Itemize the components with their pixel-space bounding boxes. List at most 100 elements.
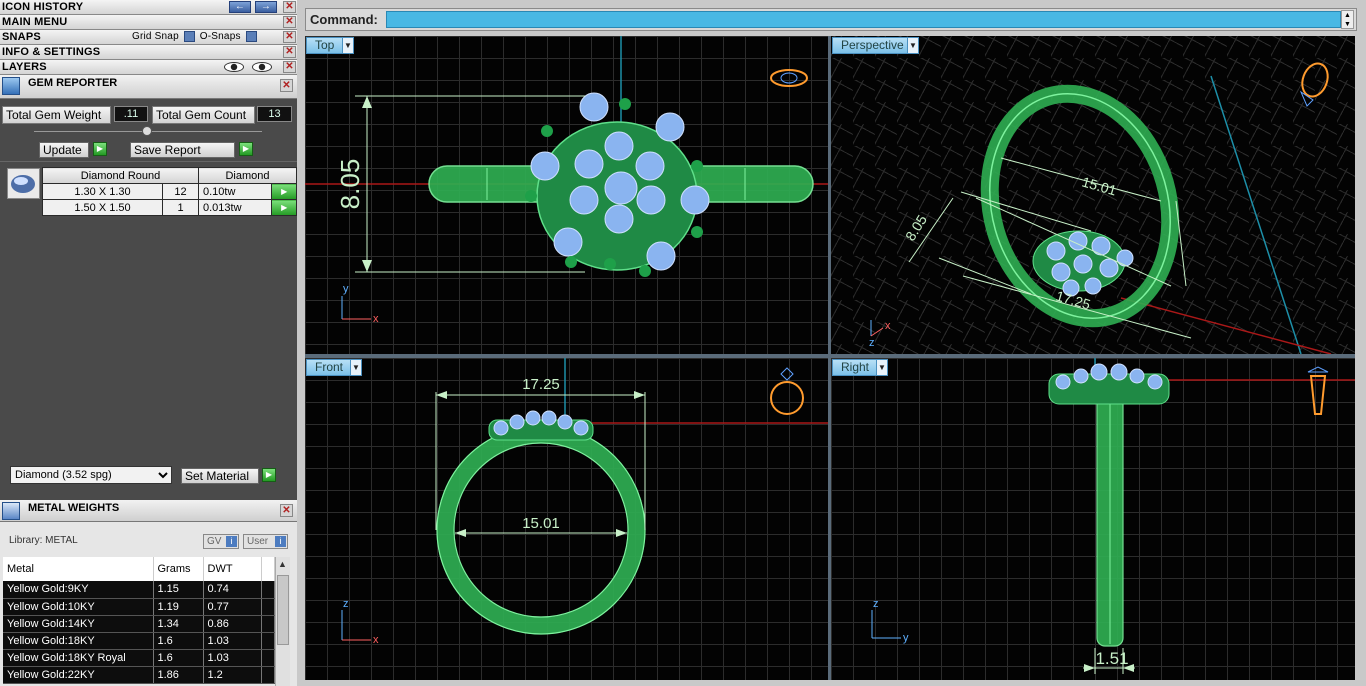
axis-y-label: y <box>343 283 349 295</box>
table-row[interactable]: Yellow Gold:22KY 1.86 1.2 <box>3 666 275 684</box>
back-arrow-icon[interactable]: ← <box>229 1 251 13</box>
metal-name: Yellow Gold:18KY <box>3 632 154 650</box>
eye-closed-icon[interactable] <box>224 62 244 72</box>
gem-count: 1 <box>162 199 199 216</box>
metal-grams: 1.6 <box>153 649 204 667</box>
icon-history-bar[interactable]: ICON HISTORY ← → ✕ <box>0 0 297 15</box>
app-window: ICON HISTORY ← → ✕ MAIN MENU ✕ SNAPS Gri… <box>0 0 1366 686</box>
icon-history-label: ICON HISTORY <box>2 1 84 13</box>
close-icon[interactable]: ✕ <box>280 79 293 92</box>
table-row[interactable]: 1.50 X 1.50 1 0.013tw ▶ <box>42 199 297 216</box>
gem-weight: 0.10tw <box>197 183 273 200</box>
left-panel: ICON HISTORY ← → ✕ MAIN MENU ✕ SNAPS Gri… <box>0 0 297 686</box>
chevron-down-icon[interactable]: ▼ <box>876 360 887 375</box>
metal-grams: 1.19 <box>153 598 204 616</box>
row-go-icon[interactable]: ▶ <box>271 183 297 200</box>
library-label: Library: METAL <box>9 535 78 546</box>
chevron-down-icon[interactable]: ▼ <box>342 38 353 53</box>
chevron-down-icon[interactable]: ▼ <box>907 38 918 53</box>
scroll-up-icon[interactable]: ▲ <box>278 559 287 569</box>
table-row[interactable]: Yellow Gold:14KY 1.34 0.86 <box>3 615 275 633</box>
user-button[interactable]: User i <box>243 534 288 549</box>
viewport-front-label: Front <box>315 360 344 374</box>
gv-button[interactable]: GV i <box>203 534 239 549</box>
table-row[interactable]: Yellow Gold:18KY Royal 1.6 1.03 <box>3 649 275 667</box>
snaps-bar[interactable]: SNAPS Grid Snap O-Snaps ✕ <box>0 30 297 45</box>
save-report-button[interactable]: Save Report <box>130 142 235 158</box>
metal-grams: 1.6 <box>153 632 204 650</box>
set-material-button[interactable]: Set Material <box>181 468 259 484</box>
viewport-top[interactable]: 8.05 y x Top ▼ <box>305 36 828 354</box>
close-icon[interactable]: ✕ <box>283 1 296 13</box>
metal-dwt: 1.03 <box>203 632 262 650</box>
gem-size: 1.30 X 1.30 <box>42 183 163 200</box>
total-gem-weight-value: .11 <box>114 106 148 122</box>
ring-orientation-icon <box>770 381 804 415</box>
round-diamond-icon <box>7 168 40 199</box>
viewport-front[interactable]: 17.25 15.01 z x Front ▼ <box>305 358 828 680</box>
gem-reporter-icon <box>2 77 20 95</box>
viewport-area: 8.05 y x Top ▼ 15.01 8.05 17.25 z x Pers… <box>305 36 1355 680</box>
main-menu-bar[interactable]: MAIN MENU ✕ <box>0 15 297 30</box>
row-go-icon[interactable]: ▶ <box>271 199 297 216</box>
metal-weights-icon <box>2 502 20 520</box>
metal-header[interactable]: Metal <box>3 557 154 581</box>
persp-dimension-a: 15.01 <box>1080 174 1118 199</box>
eye-open-icon[interactable] <box>252 62 272 72</box>
info-icon: i <box>226 536 237 547</box>
close-icon[interactable]: ✕ <box>283 46 296 58</box>
viewport-perspective-label: Perspective <box>841 38 904 52</box>
save-go-icon[interactable]: ▶ <box>239 142 253 156</box>
layers-bar[interactable]: LAYERS ✕ <box>0 60 297 75</box>
update-button[interactable]: Update <box>39 142 89 158</box>
metal-weights-panel: METAL WEIGHTS ✕ Library: METAL GV i User i… <box>0 500 297 686</box>
table-row[interactable]: Yellow Gold:9KY 1.15 0.74 <box>3 581 275 599</box>
info-settings-bar[interactable]: INFO & SETTINGS ✕ <box>0 45 297 60</box>
viewport-perspective-tab[interactable]: Perspective ▼ <box>832 37 919 54</box>
gem-material-header: Diamond <box>198 167 297 184</box>
metal-scrollbar[interactable]: ▲ <box>275 557 290 686</box>
command-input[interactable] <box>386 11 1341 28</box>
close-icon[interactable]: ✕ <box>283 31 296 43</box>
total-gem-count-label: Total Gem Count <box>152 106 255 124</box>
dwt-header[interactable]: DWT <box>203 557 262 581</box>
command-scroll[interactable]: ▲ ▼ <box>1341 10 1354 29</box>
info-settings-label: INFO & SETTINGS <box>2 46 101 58</box>
chevron-down-icon[interactable]: ▼ <box>350 360 361 375</box>
metal-dwt: 0.74 <box>203 581 262 599</box>
slider-handle[interactable] <box>142 126 152 136</box>
viewport-top-tab[interactable]: Top ▼ <box>306 37 354 54</box>
grid-snap-toggle[interactable] <box>183 30 195 42</box>
close-icon[interactable]: ✕ <box>283 16 296 28</box>
o-snaps-toggle[interactable] <box>245 30 257 42</box>
metal-dwt: 0.77 <box>203 598 262 616</box>
right-width-dimension: 1.51 <box>1095 649 1128 668</box>
command-bar: Command: ▲ ▼ <box>305 8 1357 31</box>
grams-header[interactable]: Grams <box>153 557 204 581</box>
material-select[interactable]: Diamond (3.52 spg) <box>10 466 172 484</box>
metal-dwt: 1.2 <box>203 666 262 684</box>
front-outer-dimension: 17.25 <box>522 376 560 393</box>
viewport-perspective[interactable]: 15.01 8.05 17.25 z x Perspective ▼ <box>831 36 1355 354</box>
scroll-thumb[interactable] <box>277 575 289 645</box>
forward-arrow-icon[interactable]: → <box>255 1 277 13</box>
metal-name: Yellow Gold:14KY <box>3 615 154 633</box>
viewport-front-tab[interactable]: Front ▼ <box>306 359 362 376</box>
metal-weights-title: METAL WEIGHTS <box>28 502 120 514</box>
user-label: User <box>247 536 269 547</box>
viewport-right[interactable]: 1.51 z y Right ▼ <box>831 358 1355 680</box>
table-row[interactable]: Yellow Gold:10KY 1.19 0.77 <box>3 598 275 616</box>
top-height-dimension: 8.05 <box>335 159 365 210</box>
close-icon[interactable]: ✕ <box>280 504 293 517</box>
axis-z-label: z <box>869 337 875 349</box>
table-row[interactable]: Yellow Gold:18KY 1.6 1.03 <box>3 632 275 650</box>
update-go-icon[interactable]: ▶ <box>93 142 107 156</box>
info-icon: i <box>275 536 286 547</box>
gem-count: 12 <box>162 183 199 200</box>
main-menu-label: MAIN MENU <box>2 16 68 28</box>
close-icon[interactable]: ✕ <box>283 61 296 73</box>
set-material-go-icon[interactable]: ▶ <box>262 468 276 482</box>
table-row[interactable]: 1.30 X 1.30 12 0.10tw ▶ <box>42 183 297 200</box>
viewport-right-tab[interactable]: Right ▼ <box>832 359 888 376</box>
o-snaps-label: O-Snaps <box>199 31 241 42</box>
